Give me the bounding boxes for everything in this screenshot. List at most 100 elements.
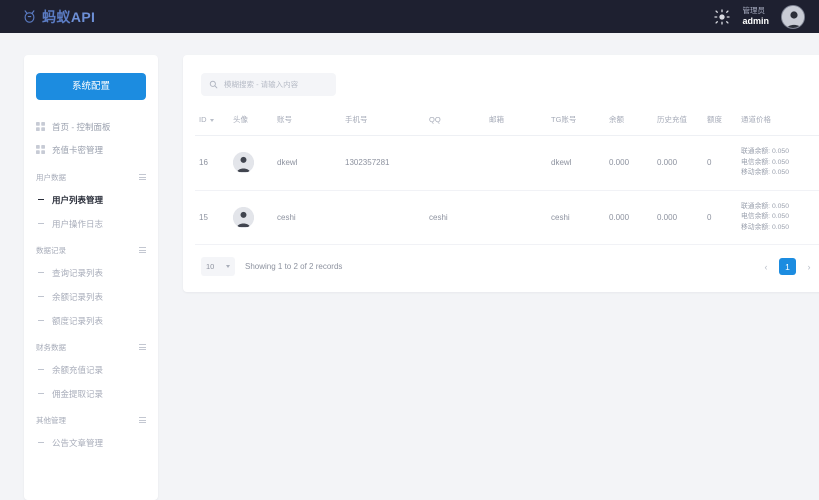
- users-table: ID 头像 账号 手机号 QQ 邮箱 TG账号 余额 历史充值 额度 通道价格 …: [195, 108, 819, 246]
- table-body: 16 dkewl 1302357281 dkewl 0.000 0.000 0 …: [195, 135, 819, 246]
- collapse-icon[interactable]: [139, 247, 146, 254]
- per-page-select[interactable]: 10: [201, 257, 235, 277]
- sidebar-item-label: 额度记录列表: [52, 315, 104, 326]
- sidebar-item-label: 余额充值记录: [52, 364, 104, 375]
- dash-icon: [38, 393, 44, 395]
- sidebar-group-other[interactable]: 其他管理: [24, 406, 158, 431]
- sidebar-item-announcement[interactable]: 公告文章管理: [24, 431, 158, 455]
- dash-icon: [38, 369, 44, 371]
- page-number-1[interactable]: 1: [779, 258, 796, 276]
- user-name-label: admin: [742, 15, 769, 26]
- table-header-row: ID 头像 账号 手机号 QQ 邮箱 TG账号 余额 历史充值 额度 通道价格: [195, 108, 819, 136]
- page-body: 系统配置 首页 - 控制面板 充值卡密管理 用户数据 用户列表管理 用户操作日志…: [0, 33, 819, 500]
- price-line: 电信余额: 0.050: [741, 158, 789, 166]
- sidebar-item-label: 用户列表管理: [52, 194, 104, 205]
- dash-icon: [38, 199, 44, 201]
- dash-icon: [38, 223, 44, 225]
- dash-icon: [38, 442, 44, 444]
- cell-tg: ceshi: [547, 190, 605, 246]
- sidebar-item-user-log[interactable]: 用户操作日志: [24, 212, 158, 236]
- sidebar-item-label: 用户操作日志: [52, 218, 104, 229]
- column-header-tg: TG账号: [547, 108, 605, 136]
- avatar-placeholder-icon: [233, 152, 254, 174]
- top-bar: 蚂蚁API 管理员 admin: [0, 0, 819, 33]
- cell-account: dkewl: [273, 135, 341, 191]
- chevron-down-icon[interactable]: [209, 118, 214, 122]
- showing-records-text: Showing 1 to 2 of 2 records: [245, 262, 343, 272]
- pagination: ‹ 1 ›: [760, 258, 815, 276]
- cell-phone: 1302357281: [341, 135, 425, 191]
- sidebar-group-title: 数据记录: [36, 245, 66, 255]
- sun-icon[interactable]: [714, 8, 731, 25]
- cell-balance: 0.000: [605, 135, 653, 191]
- price-line: 联通余额: 0.050: [741, 148, 789, 155]
- avatar[interactable]: [233, 206, 254, 228]
- dash-icon: [38, 296, 44, 298]
- avatar[interactable]: [781, 4, 805, 29]
- sidebar: 系统配置 首页 - 控制面板 充值卡密管理 用户数据 用户列表管理 用户操作日志…: [24, 55, 158, 500]
- prev-page-button[interactable]: ‹: [760, 262, 772, 272]
- brand-text: 蚂蚁API: [42, 10, 95, 24]
- avatar-placeholder-icon: [782, 5, 804, 28]
- sidebar-item-label: 充值卡密管理: [52, 145, 104, 156]
- cell-account: ceshi: [273, 190, 341, 246]
- price-line: 移动余额: 0.050: [741, 169, 789, 177]
- collapse-icon[interactable]: [139, 344, 146, 351]
- cell-quota: 0: [703, 190, 737, 246]
- brand-logo[interactable]: 蚂蚁API: [22, 9, 95, 24]
- grid-icon: [36, 145, 45, 156]
- cell-email: [485, 190, 547, 246]
- sidebar-item-balance-records[interactable]: 余额记录列表: [24, 285, 158, 309]
- cell-avatar: [229, 135, 273, 191]
- brand-suffix: API: [70, 8, 96, 25]
- sidebar-item-dashboard[interactable]: 首页 - 控制面板: [24, 116, 158, 139]
- sidebar-item-label: 佣金提取记录: [52, 388, 104, 399]
- search-row: [195, 69, 819, 108]
- column-header-id[interactable]: ID: [195, 108, 229, 136]
- table-footer: 10 Showing 1 to 2 of 2 records ‹ 1 ›: [195, 245, 819, 278]
- cell-quota: 0: [703, 135, 737, 191]
- system-config-button[interactable]: 系统配置: [36, 73, 146, 100]
- user-info[interactable]: 管理员 admin: [742, 6, 769, 26]
- cell-qq: [425, 135, 485, 191]
- cell-tg: dkewl: [547, 135, 605, 191]
- sidebar-group-finance[interactable]: 财务数据: [24, 333, 158, 358]
- sidebar-item-commission-withdraw[interactable]: 佣金提取记录: [24, 382, 158, 406]
- column-header-avatar: 头像: [229, 108, 273, 136]
- chevron-down-icon: [226, 265, 230, 269]
- price-line: 电信余额: 0.050: [741, 213, 789, 221]
- table-row[interactable]: 16 dkewl 1302357281 dkewl 0.000 0.000 0 …: [195, 135, 819, 191]
- column-header-qq: QQ: [425, 108, 485, 136]
- cell-balance: 0.000: [605, 190, 653, 246]
- table-row[interactable]: 15 ceshi ceshi ceshi 0.000 0.000 0 联通余额:…: [195, 190, 819, 246]
- grid-icon: [36, 122, 45, 133]
- search-box[interactable]: [201, 73, 336, 96]
- price-line: 联通余额: 0.050: [741, 202, 789, 210]
- collapse-icon[interactable]: [139, 174, 146, 181]
- column-header-history-recharge: 历史充值: [653, 108, 703, 136]
- cell-history-recharge: 0.000: [653, 190, 703, 246]
- column-header-phone: 手机号: [341, 108, 425, 136]
- ant-logo-icon: [22, 9, 37, 24]
- sidebar-group-user-data[interactable]: 用户数据: [24, 163, 158, 188]
- column-header-account: 账号: [273, 108, 341, 136]
- dash-icon: [38, 272, 44, 274]
- avatar[interactable]: [233, 152, 254, 174]
- column-header-quota: 额度: [703, 108, 737, 136]
- sidebar-item-user-list[interactable]: 用户列表管理: [24, 188, 158, 212]
- price-list: 联通余额: 0.050 电信余额: 0.050 移动余额: 0.050: [741, 147, 817, 179]
- price-line: 移动余额: 0.050: [741, 223, 789, 231]
- sidebar-item-quota-records[interactable]: 额度记录列表: [24, 309, 158, 333]
- sidebar-group-data-records[interactable]: 数据记录: [24, 236, 158, 261]
- collapse-icon[interactable]: [139, 417, 146, 424]
- sidebar-item-balance-recharge[interactable]: 余额充值记录: [24, 358, 158, 382]
- next-page-button[interactable]: ›: [803, 262, 815, 272]
- sidebar-item-recharge-card[interactable]: 充值卡密管理: [24, 139, 158, 162]
- sidebar-item-query-records[interactable]: 查询记录列表: [24, 261, 158, 285]
- cell-channel-price: 联通余额: 0.050 电信余额: 0.050 移动余额: 0.050: [737, 135, 819, 191]
- cell-history-recharge: 0.000: [653, 135, 703, 191]
- search-icon: [209, 76, 218, 94]
- cell-id: 16: [195, 135, 229, 191]
- search-input[interactable]: [224, 80, 328, 89]
- column-header-email: 邮箱: [485, 108, 547, 136]
